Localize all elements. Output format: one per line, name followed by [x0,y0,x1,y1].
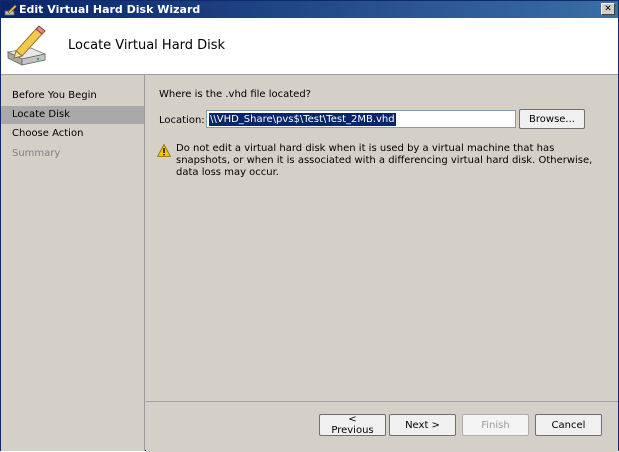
title-bar[interactable]: Edit Virtual Hard Disk Wizard ✕ [1,1,618,18]
warning-icon [157,144,171,157]
nav-item-summary: Summary [12,148,61,159]
wizard-window: Edit Virtual Hard Disk Wizard ✕ Locate V… [0,0,619,452]
close-icon: ✕ [604,3,612,14]
cancel-button[interactable]: Cancel [535,414,602,436]
wizard-header: Locate Virtual Hard Disk [1,18,618,75]
next-button[interactable]: Next > [389,414,456,436]
warning-text: Do not edit a virtual hard disk when it … [176,143,593,178]
browse-button[interactable]: Browse... [519,109,585,129]
nav-item-before-you-begin[interactable]: Before You Begin [1,87,144,105]
window-title: Edit Virtual Hard Disk Wizard [19,3,201,16]
wizard-step-nav: Before You Begin Locate Disk Choose Acti… [1,75,145,451]
location-label: Location: [159,115,205,126]
location-input-value: \\VHD_Share\pvs$\Test\Test_2MB.vhd [209,112,396,126]
wizard-pencil-icon [4,4,17,16]
finish-button: Finish [462,414,529,436]
wizard-content: Where is the .vhd file located? Location… [146,75,618,401]
wizard-footer: < Previous Next > Finish Cancel [146,401,618,452]
previous-button[interactable]: < Previous [319,414,386,436]
location-question: Where is the .vhd file located? [159,89,311,100]
hard-disk-pencil-icon [6,25,47,66]
nav-item-choose-action[interactable]: Choose Action [1,125,144,143]
close-button[interactable]: ✕ [601,3,615,15]
location-input[interactable]: \\VHD_Share\pvs$\Test\Test_2MB.vhd [206,110,516,128]
nav-item-locate-disk[interactable]: Locate Disk [1,106,144,124]
page-title: Locate Virtual Hard Disk [68,38,226,53]
